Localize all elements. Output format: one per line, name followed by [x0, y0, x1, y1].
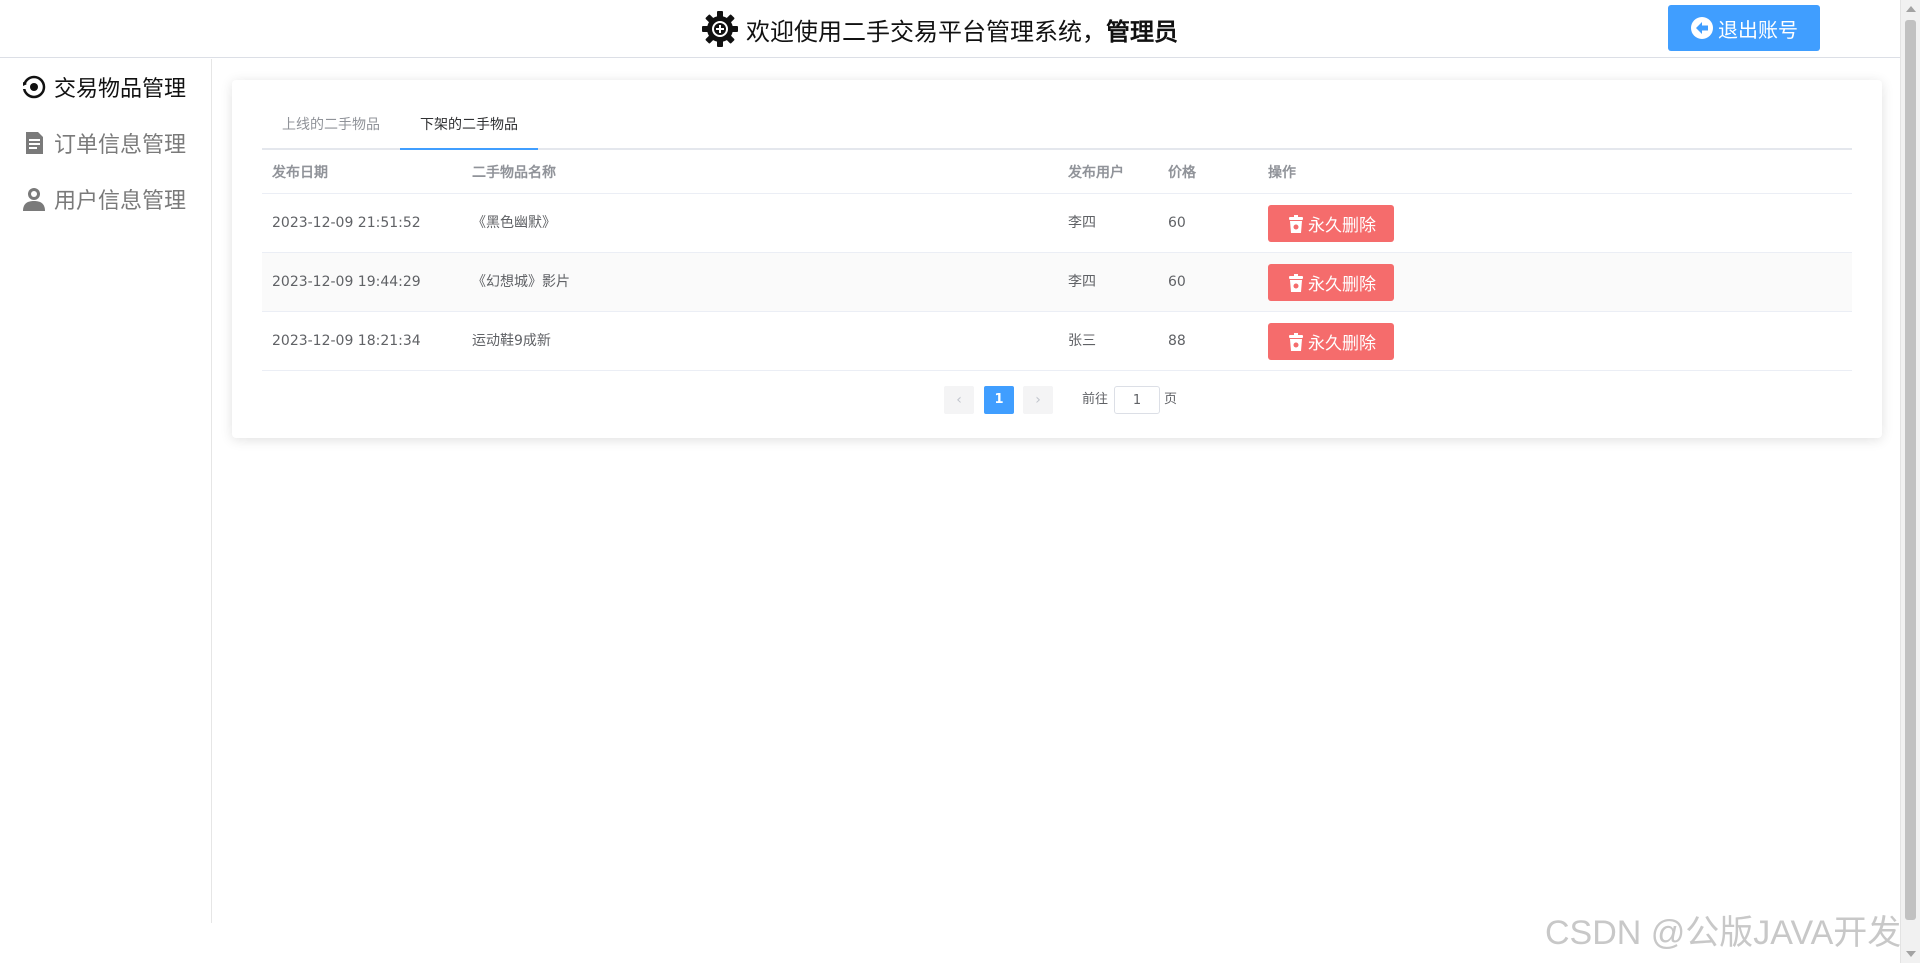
cell-name: 运动鞋9成新: [472, 333, 551, 349]
sidebar-menu: 交易物品管理 订单信息管理 用户信息管理: [0, 59, 212, 923]
table-row: 2023-12-09 18:21:34 运动鞋9成新 张三 88 永久删除: [262, 312, 1852, 371]
cell-user: 张三: [1068, 333, 1096, 349]
goods-card: 上线的二手物品 下架的二手物品 发布日期 二手物品名称 发布用户 价格 操作 2…: [232, 80, 1882, 438]
document-icon: [26, 132, 43, 154]
active-tab-indicator: [400, 148, 538, 150]
table-header: 发布日期 二手物品名称 发布用户 价格 操作: [262, 152, 1852, 194]
column-header-price: 价格: [1168, 165, 1196, 181]
column-header-action: 操作: [1268, 165, 1296, 181]
scroll-down-icon[interactable]: [1906, 951, 1916, 957]
delete-label: 永久删除: [1308, 216, 1376, 236]
chevron-left-icon[interactable]: ‹: [944, 386, 974, 414]
pagination: ‹ 1 › 前往 页: [232, 386, 1882, 416]
chevron-right-icon[interactable]: ›: [1023, 386, 1053, 414]
scroll-up-icon[interactable]: [1906, 6, 1916, 12]
welcome-title: 欢迎使用二手交易平台管理系统， 管理员: [700, 7, 1178, 51]
column-header-name: 二手物品名称: [472, 165, 556, 181]
sidebar-item-users[interactable]: 用户信息管理: [0, 171, 211, 227]
permanent-delete-button[interactable]: 永久删除: [1268, 264, 1394, 301]
cell-date: 2023-12-09 21:51:52: [272, 215, 421, 231]
cell-price: 88: [1168, 333, 1186, 349]
sidebar-item-goods[interactable]: 交易物品管理: [0, 59, 211, 115]
delete-label: 永久删除: [1308, 334, 1376, 354]
permanent-delete-button[interactable]: 永久删除: [1268, 323, 1394, 360]
cell-date: 2023-12-09 18:21:34: [272, 333, 421, 349]
sidebar-item-label: 交易物品管理: [54, 77, 187, 102]
trash-icon: [1289, 273, 1303, 292]
trash-icon: [1289, 214, 1303, 233]
csdn-watermark: CSDN @公版JAVA开发: [1545, 914, 1902, 952]
cell-user: 李四: [1068, 274, 1096, 290]
cell-name: 《黑色幽默》: [472, 215, 556, 231]
cell-name: 《幻想城》影片: [472, 274, 570, 290]
cell-date: 2023-12-09 19:44:29: [272, 274, 421, 290]
page-suffix: 页: [1164, 392, 1178, 407]
sidebar-item-orders[interactable]: 订单信息管理: [0, 115, 211, 171]
column-header-date: 发布日期: [272, 165, 328, 181]
column-header-user: 发布用户: [1068, 165, 1124, 181]
goods-table: 发布日期 二手物品名称 发布用户 价格 操作 2023-12-09 21:51:…: [262, 152, 1852, 371]
page-scrollbar[interactable]: [1900, 0, 1920, 963]
tab-offline-goods[interactable]: 下架的二手物品: [400, 100, 538, 150]
top-header: 欢迎使用二手交易平台管理系统， 管理员 退出账号: [0, 0, 1900, 58]
sidebar-item-label: 用户信息管理: [54, 189, 187, 214]
tab-online-goods[interactable]: 上线的二手物品: [262, 100, 400, 150]
logout-label: 退出账号: [1718, 17, 1798, 42]
page-number-button[interactable]: 1: [984, 386, 1014, 414]
trash-icon: [1289, 332, 1303, 351]
scrollbar-thumb[interactable]: [1905, 20, 1916, 920]
goods-icon: [20, 75, 46, 99]
table-row: 2023-12-09 21:51:52 《黑色幽默》 李四 60 永久删除: [262, 194, 1852, 253]
goto-label: 前往: [1082, 392, 1109, 407]
cell-user: 李四: [1068, 215, 1096, 231]
gear-icon: [702, 11, 738, 47]
table-row: 2023-12-09 19:44:29 《幻想城》影片 李四 60 永久删除: [262, 253, 1852, 312]
role-name: 管理员: [1106, 17, 1178, 46]
goto-page-input[interactable]: [1114, 386, 1160, 414]
welcome-text: 欢迎使用二手交易平台管理系统，: [746, 17, 1106, 46]
goods-tabs: 上线的二手物品 下架的二手物品: [262, 100, 1852, 150]
logout-button[interactable]: 退出账号: [1668, 5, 1820, 51]
back-arrow-icon: [1691, 17, 1713, 39]
sidebar-item-label: 订单信息管理: [54, 133, 187, 158]
cell-price: 60: [1168, 274, 1186, 290]
user-icon: [23, 188, 45, 211]
delete-label: 永久删除: [1308, 275, 1376, 295]
cell-price: 60: [1168, 215, 1186, 231]
permanent-delete-button[interactable]: 永久删除: [1268, 205, 1394, 242]
